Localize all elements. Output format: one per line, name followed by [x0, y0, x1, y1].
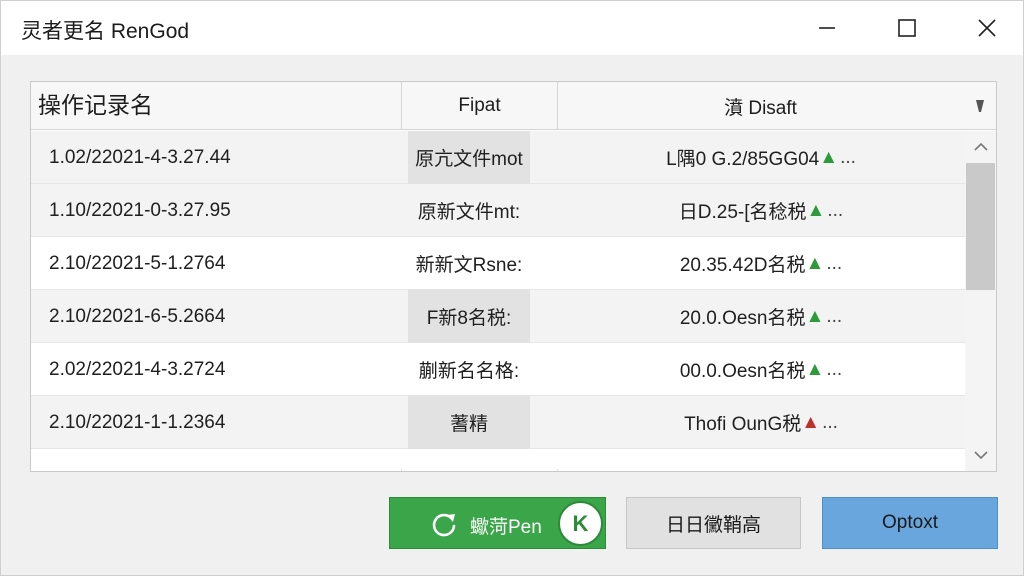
table-row[interactable]: 2.10/22021-1-1.2364 蓍精 Thofi OunG税 ▲... [31, 396, 965, 449]
new-name-text: 00.0.Oesn名税 [679, 361, 806, 382]
status-mark-icon: ▲ [806, 199, 826, 221]
new-name-text: L隅0 G.2/85GG04 [666, 149, 820, 170]
ellipsis: ... [826, 305, 843, 327]
refresh-icon [432, 513, 456, 537]
ellipsis: ... [827, 199, 844, 221]
new-name-text: Thofi OunG税 [684, 414, 802, 435]
new-name-text: 20.0.Oesn名税 [679, 308, 806, 329]
original-name: 蓍精 [408, 396, 530, 449]
maximize-icon [898, 19, 916, 37]
maximize-button[interactable] [874, 1, 940, 55]
original-name: 新新文Rsne: [415, 255, 523, 276]
options-button[interactable]: Optoxt [822, 497, 998, 549]
original-name: 原新文件mt: [417, 202, 521, 223]
record-time: 2.10/22021-6-3.2264 [49, 449, 399, 455]
table-row[interactable]: 2.02/22021-4-3.2724 蒯新名名格: 00.0.Oesn名税 ▲.… [31, 343, 965, 396]
new-name: L隅0 G.2/85GG04 ▲... [558, 131, 964, 184]
status-mark-icon: ▲ [819, 146, 839, 168]
chevron-up-icon [973, 142, 988, 151]
table-row[interactable]: 2.10/22021-6-5.2664 F新8名税: 20.0.Oesn名税 ▲.… [31, 290, 965, 343]
ellipsis: ... [840, 146, 856, 168]
sort-down-icon[interactable] [975, 98, 985, 114]
chevron-down-icon [973, 451, 988, 460]
original-name: 蒯新名名格: [418, 361, 520, 382]
records-table: 操作记录名 Fipat 濆 Disaft 1.02/22021-4-3.27.4… [30, 81, 997, 472]
new-name-text: 日D.25-[名稔税 [678, 202, 807, 223]
original-name: 原亢文件mot [408, 131, 530, 184]
record-time: 1.10/22021-0-3.27.95 [49, 199, 231, 221]
new-name: 日D.25-[名稔税 ▲... [558, 184, 964, 237]
ellipsis: ... [826, 252, 843, 274]
ellipsis: ... [826, 358, 843, 380]
record-time: 2.10/22021-6-5.2664 [49, 305, 226, 327]
primary-action-button[interactable]: 蠍菏Pen K [389, 497, 606, 549]
scroll-thumb[interactable] [966, 163, 995, 290]
new-name: 20.0.Oesn名税 ▲... [558, 290, 964, 343]
minimize-button[interactable] [794, 1, 860, 55]
table-row[interactable]: 1.10/22021-0-3.27.95 原新文件mt: 日D.25-[名稔税 ▲… [31, 184, 965, 237]
original-name: F新8名税: [408, 290, 530, 343]
title-bar[interactable]: 灵者更名 RenGod [1, 1, 1023, 55]
column-header-fipat[interactable]: Fipat [401, 82, 557, 130]
vertical-scrollbar[interactable] [965, 131, 996, 471]
status-mark-icon: ▲ [805, 305, 825, 327]
new-name: Thofi OunG税 ▲... [558, 396, 964, 449]
close-button[interactable] [954, 1, 1020, 55]
app-window: 灵者更名 RenGod 操作记录名 Fipat 濆 Disaft 1.02/22… [0, 0, 1024, 576]
new-name-text: 20.35.42D名税 [679, 255, 806, 276]
table-row[interactable]: 2.10/22021-5-1.2764 新新文Rsne: 20.35.42D名税… [31, 237, 965, 290]
minimize-icon [819, 27, 835, 29]
table-body: 1.02/22021-4-3.27.44 原亢文件mot L隅0 G.2/85G… [31, 131, 965, 471]
secondary-action-button[interactable]: 日日黴鞘高 [626, 497, 801, 549]
table-row[interactable]: 2.10/22021-6-3.2264 [31, 449, 965, 469]
k-badge-icon: K [558, 501, 603, 546]
new-name: 20.35.42D名税 ▲... [558, 237, 964, 290]
primary-action-label: 蠍菏Pen [470, 517, 542, 538]
record-time: 1.02/22021-4-3.27.44 [49, 146, 231, 168]
window-title: 灵者更名 RenGod [21, 20, 190, 43]
record-time: 2.10/22021-5-1.2764 [49, 252, 226, 274]
new-name: 00.0.Oesn名税 ▲... [558, 343, 964, 396]
status-mark-icon: ▲ [805, 358, 825, 380]
record-time: 2.02/22021-4-3.2724 [49, 358, 226, 380]
table-header: 操作记录名 Fipat 濆 Disaft [31, 82, 996, 130]
status-mark-icon: ▲ [805, 252, 825, 274]
record-time: 2.10/22021-1-1.2364 [49, 411, 226, 433]
close-icon [978, 19, 996, 37]
table-row[interactable]: 1.02/22021-4-3.27.44 原亢文件mot L隅0 G.2/85G… [31, 131, 965, 184]
column-header-disaft[interactable]: 濆 Disaft [557, 82, 963, 130]
scroll-down-button[interactable] [965, 439, 996, 471]
column-header-record-name[interactable]: 操作记录名 [38, 82, 398, 130]
ellipsis: ... [822, 411, 838, 433]
scroll-up-button[interactable] [965, 131, 996, 163]
status-mark-icon: ▲ [801, 411, 821, 433]
